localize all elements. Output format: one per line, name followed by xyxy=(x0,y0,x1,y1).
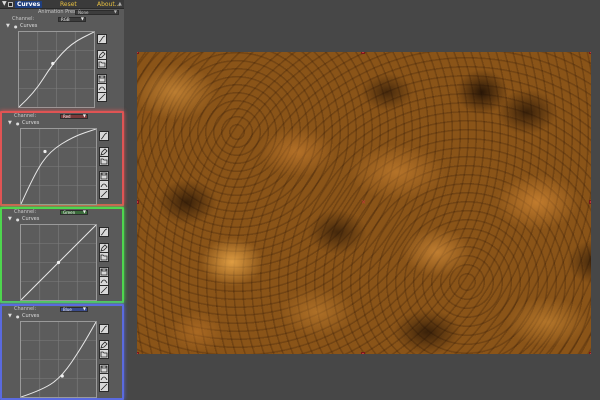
channel-section-red: Channel: Red ▼ ▼ ● Curves xyxy=(0,111,124,206)
channel-value: Red xyxy=(63,114,71,119)
channel-label: Channel: xyxy=(14,209,37,215)
channel-select[interactable]: Red ▼ xyxy=(60,114,88,119)
fx-enable-checkbox[interactable] xyxy=(8,2,13,7)
channel-value: RGB xyxy=(61,17,70,22)
dropdown-arrow-icon: ▼ xyxy=(80,16,84,21)
transform-handle-middle-right[interactable] xyxy=(589,200,591,204)
curves-row: ▼ ● Curves xyxy=(2,120,122,127)
channel-select[interactable]: RGB ▼ xyxy=(58,17,86,22)
channel-value: Green xyxy=(63,210,76,215)
channel-label: Channel: xyxy=(12,16,35,22)
curves-label: Curves xyxy=(22,120,40,126)
keyframe-stopwatch-icon[interactable]: ● xyxy=(14,23,18,30)
collapse-triangle-icon[interactable]: ▼ xyxy=(8,216,12,223)
dropdown-arrow-icon: ▼ xyxy=(113,9,117,14)
channel-row: Channel: Red ▼ xyxy=(2,113,122,120)
curve-pen-icon[interactable] xyxy=(99,131,109,141)
anchor-point-icon[interactable]: ✕ xyxy=(361,200,366,206)
curve-control-point[interactable] xyxy=(43,149,47,154)
transform-handle-bottom-right[interactable] xyxy=(589,352,591,354)
transform-handle-top-center[interactable] xyxy=(361,52,365,54)
dropdown-arrow-icon: ▼ xyxy=(82,306,86,311)
curve-pen-icon[interactable] xyxy=(99,324,109,334)
channel-row: Channel: Blue ▼ xyxy=(2,306,122,313)
channel-row: Channel: Green ▼ xyxy=(2,209,122,216)
curve-graph[interactable] xyxy=(20,224,97,301)
curves-label: Curves xyxy=(22,313,40,319)
composition-preview[interactable]: ✕ xyxy=(137,52,591,354)
curve-pen-icon[interactable] xyxy=(97,34,107,44)
curve-control-point[interactable] xyxy=(51,61,55,66)
scroll-up-icon[interactable]: ▲ xyxy=(118,2,123,7)
channel-section-blue: Channel: Blue ▼ ▼ ● Curves xyxy=(0,304,124,400)
effect-name[interactable]: Curves xyxy=(15,1,43,8)
open-file-icon[interactable] xyxy=(97,59,107,69)
curve-control-point[interactable] xyxy=(60,374,64,378)
curves-row: ▼ ● Curves xyxy=(2,313,122,320)
curves-label: Curves xyxy=(22,216,40,222)
dropdown-arrow-icon: ▼ xyxy=(82,209,86,214)
open-file-icon[interactable] xyxy=(99,156,109,166)
channel-section-rgb: Channel: RGB ▼ ▼ ● Curves xyxy=(0,16,124,110)
reset-link[interactable]: Reset xyxy=(60,1,77,8)
channel-select[interactable]: Blue ▼ xyxy=(60,307,88,312)
curves-label: Curves xyxy=(20,23,38,29)
channel-section-green: Channel: Green ▼ ▼ ● Curves xyxy=(0,207,124,303)
channel-label: Channel: xyxy=(14,113,37,119)
transform-handle-bottom-left[interactable] xyxy=(137,352,139,354)
effect-controls-panel: ▼ Curves Reset About... ▲ Animation Pres… xyxy=(0,0,124,400)
curve-graph[interactable] xyxy=(20,321,97,398)
curve-graph[interactable] xyxy=(20,128,97,205)
reset-line-icon[interactable] xyxy=(97,92,107,102)
collapse-triangle-icon[interactable]: ▼ xyxy=(6,23,10,30)
animation-presets-select[interactable]: None ▼ xyxy=(75,10,119,15)
curve-graph[interactable] xyxy=(18,31,95,108)
animation-presets-value: None xyxy=(78,10,89,15)
animation-presets-row: Animation Presets: None ▼ xyxy=(0,9,124,16)
reset-line-icon[interactable] xyxy=(99,285,109,295)
curve-control-point[interactable] xyxy=(56,260,61,265)
open-file-icon[interactable] xyxy=(99,349,109,359)
transform-handle-bottom-center[interactable] xyxy=(361,352,365,354)
keyframe-stopwatch-icon[interactable]: ● xyxy=(16,216,20,223)
channel-value: Blue xyxy=(63,307,72,312)
collapse-triangle-icon[interactable]: ▼ xyxy=(8,313,12,320)
channel-row: Channel: RGB ▼ xyxy=(0,16,124,23)
curves-row: ▼ ● Curves xyxy=(2,216,122,223)
reset-line-icon[interactable] xyxy=(99,189,109,199)
about-link[interactable]: About... xyxy=(97,1,120,8)
reset-line-icon[interactable] xyxy=(99,382,109,392)
channel-label: Channel: xyxy=(14,306,37,312)
channel-select[interactable]: Green ▼ xyxy=(60,210,88,215)
open-file-icon[interactable] xyxy=(99,252,109,262)
effect-header: ▼ Curves Reset About... ▲ xyxy=(0,0,124,9)
transform-handle-top-left[interactable] xyxy=(137,52,139,54)
transform-handle-top-right[interactable] xyxy=(589,52,591,54)
dropdown-arrow-icon: ▼ xyxy=(82,113,86,118)
curves-row: ▼ ● Curves xyxy=(0,23,124,30)
transform-handle-middle-left[interactable] xyxy=(137,200,139,204)
collapse-triangle-icon[interactable]: ▼ xyxy=(8,120,12,127)
keyframe-stopwatch-icon[interactable]: ● xyxy=(16,313,20,320)
keyframe-stopwatch-icon[interactable]: ● xyxy=(16,120,20,127)
curve-pen-icon[interactable] xyxy=(99,227,109,237)
